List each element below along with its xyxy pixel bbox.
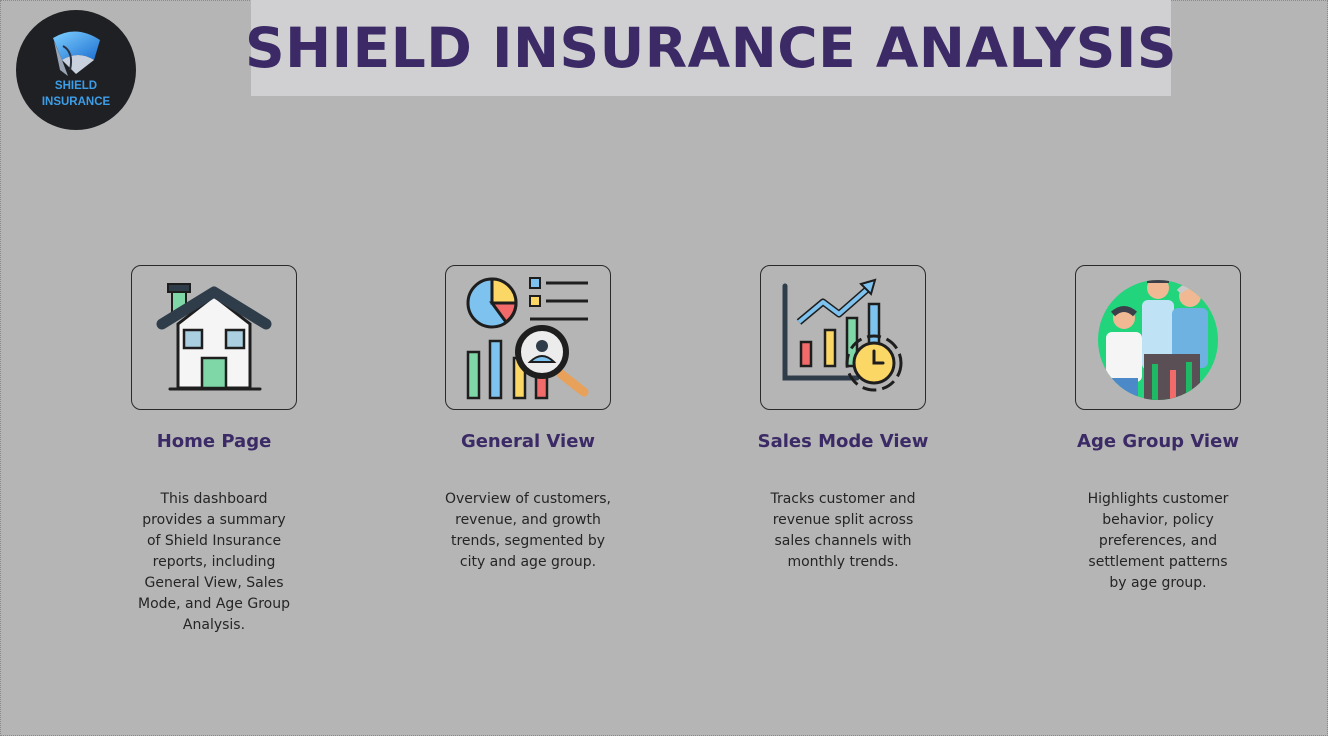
sales-trend-clock-icon <box>782 278 903 392</box>
sales-mode-view-title[interactable]: Sales Mode View <box>713 431 973 452</box>
nav-card-sales-mode: Sales Mode View Tracks customer and reve… <box>713 265 973 665</box>
shield-logo-icon <box>53 31 100 76</box>
sales-mode-view-button[interactable] <box>760 265 926 410</box>
age-group-view-title[interactable]: Age Group View <box>1028 431 1288 452</box>
shield-insurance-logo: SHIELD INSURANCE <box>16 10 136 130</box>
sales-mode-view-description: Tracks customer and revenue split across… <box>770 491 916 570</box>
general-view-button[interactable] <box>445 265 611 410</box>
page-title: SHIELD INSURANCE ANALYSIS <box>245 16 1177 80</box>
nav-card-home: Home Page This dashboard provides a summ… <box>84 265 344 665</box>
title-banner: SHIELD INSURANCE ANALYSIS <box>245 0 1177 96</box>
age-group-people-icon <box>1098 280 1218 400</box>
analytics-report-icon <box>466 277 589 400</box>
nav-card-general: General View Overview of customers, reve… <box>398 265 658 665</box>
home-page-button[interactable] <box>131 265 297 410</box>
nav-card-age-group: Age Group View Highlights customer behav… <box>1028 265 1288 665</box>
age-group-view-button[interactable] <box>1075 265 1241 410</box>
general-view-description: Overview of customers, revenue, and grow… <box>445 491 611 570</box>
logo-text-shield: SHIELD <box>54 80 98 92</box>
home-page-title[interactable]: Home Page <box>84 431 344 452</box>
general-view-title[interactable]: General View <box>398 431 658 452</box>
logo-text-insurance: INSURANCE <box>41 96 111 108</box>
age-group-view-description: Highlights customer behavior, policy pre… <box>1087 491 1229 591</box>
house-icon <box>156 283 272 391</box>
home-page-description: This dashboard provides a summary of Shi… <box>138 491 290 633</box>
